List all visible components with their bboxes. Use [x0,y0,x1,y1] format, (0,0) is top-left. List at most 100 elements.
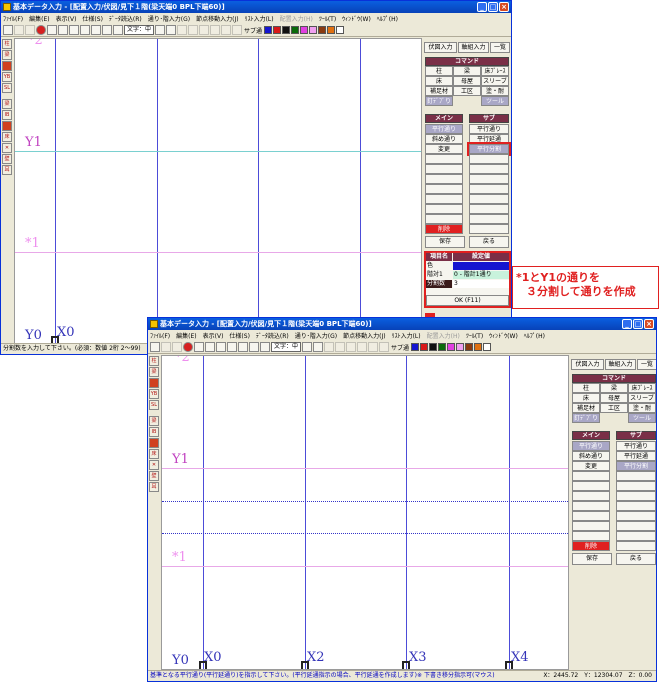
line-tool-1-icon[interactable] [324,342,335,352]
minimize-button[interactable]: _ [622,319,632,329]
command-floor-brace[interactable]: 床ﾌﾞﾚｰｽ [481,66,509,76]
print-icon[interactable] [260,342,270,352]
main-empty-2[interactable] [425,164,463,174]
elevation-icon[interactable] [313,342,324,352]
menu-window[interactable]: ｳｨﾝﾄﾞｳ(W) [489,331,518,340]
sub-empty-7[interactable] [469,214,509,224]
menu-data-load[interactable]: ﾃﾞｰﾀ読込(R) [256,331,289,340]
menu-list[interactable]: ﾘｽﾄ入力(L) [245,14,274,23]
pan-icon[interactable] [194,342,204,352]
command-sleeve[interactable]: スリーブ [628,393,656,403]
color-swatch-brown[interactable] [318,26,327,34]
undo-icon[interactable] [14,25,24,35]
column-tool-icon[interactable]: 柱 [2,39,12,49]
plan-icon[interactable] [302,342,313,352]
font-size-select[interactable]: 文字：中 [271,342,302,352]
command-floor-brace[interactable]: 床ﾌﾞﾚｰｽ [628,383,656,393]
tab-plan-input[interactable]: 伏図入力 [424,42,457,53]
drawing-canvas[interactable]: *2 Y1 *1 Y0 X0 [14,38,422,344]
command-floor[interactable]: 床 [425,76,453,86]
main-empty-7[interactable] [572,531,610,541]
back-button[interactable]: 戻る [469,236,509,248]
main-empty-5[interactable] [572,511,610,521]
redo-icon[interactable] [172,342,182,352]
menu-file[interactable]: ﾌｧｲﾙ(F) [150,331,170,340]
font-size-select[interactable]: 文字：中 [124,25,155,35]
color-swatch-brown[interactable] [465,343,474,351]
stop-icon[interactable] [183,342,193,352]
slab-tool-icon[interactable]: SL [149,400,159,410]
command-supplement[interactable]: 補足材 [425,86,453,96]
back-button[interactable]: 戻る [616,553,656,565]
sub-empty-1[interactable] [469,154,509,164]
menu-data-load[interactable]: ﾃﾞｰﾀ読込(R) [109,14,142,23]
print-icon[interactable] [113,25,123,35]
menu-tools[interactable]: ﾂｰﾙ(T) [319,14,336,23]
color-swatch-white[interactable] [336,26,345,34]
line-tool-2-icon[interactable] [335,342,346,352]
main-empty-1[interactable] [425,154,463,164]
sub-empty-8[interactable] [616,541,656,551]
main-diagonal-grid[interactable]: 斜め通り [572,451,610,461]
sub-parallel-divide[interactable]: 平行分割 [467,142,511,156]
settings-value-divisions[interactable]: 3 [453,280,509,288]
tab-list[interactable]: 一覧 [637,359,656,370]
command-floor[interactable]: 床 [572,393,600,403]
maximize-button[interactable]: □ [488,2,498,12]
menu-layout[interactable]: 配置入力(H) [280,14,313,23]
line-tool-5-icon[interactable] [221,25,232,35]
color-swatch-orange[interactable] [327,26,336,34]
color-swatch-black[interactable] [429,343,438,351]
tool-b-icon[interactable]: IB [149,427,159,437]
menu-help[interactable]: ﾍﾙﾌﾟ(H) [524,331,545,340]
tool-f-icon[interactable]: 耳 [149,482,159,492]
main-empty-3[interactable] [425,174,463,184]
plan-icon[interactable] [155,25,166,35]
tool-a-icon[interactable]: 梁 [2,99,12,109]
sub-empty-2[interactable] [616,481,656,491]
tool-d-icon[interactable]: 床 [2,132,12,142]
main-diagonal-grid[interactable]: 斜め通り [425,134,463,144]
sub-empty-5[interactable] [616,511,656,521]
tool-a-icon[interactable]: 梁 [149,416,159,426]
menu-edit[interactable]: 編集(E) [176,331,196,340]
pan-icon[interactable] [47,25,57,35]
command-nail[interactable]: 釘ﾃﾞﾌﾞり [572,413,600,423]
command-column[interactable]: 柱 [572,383,600,393]
color-swatch-magenta[interactable] [447,343,456,351]
menu-grid-floor[interactable]: 通り･階入力(G) [295,331,337,340]
menu-window[interactable]: ｳｨﾝﾄﾞｳ(W) [342,14,371,23]
slab-tool-icon[interactable]: SL [2,83,12,93]
line-tool-4-icon[interactable] [210,25,221,35]
sub-parallel-grid[interactable]: 平行通り [469,124,509,134]
main-empty-7[interactable] [425,214,463,224]
window-icon[interactable] [216,342,226,352]
menu-layout[interactable]: 配置入力(H) [427,331,460,340]
brace-tool-icon[interactable]: YB [2,72,12,82]
menu-node-move[interactable]: 節点移動入力(J) [343,331,385,340]
sub-empty-2[interactable] [469,164,509,174]
command-paint[interactable]: 塗・耐 [481,86,509,96]
sub-empty-4[interactable] [616,501,656,511]
main-empty-6[interactable] [572,521,610,531]
main-modify[interactable]: 変更 [572,461,610,471]
command-sleeve[interactable]: スリーブ [481,76,509,86]
command-beam[interactable]: 梁 [600,383,628,393]
command-zone[interactable]: 工区 [600,403,628,413]
redo-icon[interactable] [25,25,35,35]
tab-frame-input[interactable]: 軸組入力 [458,42,489,53]
save-icon[interactable] [3,25,13,35]
tab-plan-input[interactable]: 伏図入力 [571,359,604,370]
menu-grid-floor[interactable]: 通り･階入力(G) [148,14,190,23]
cross-tool-icon[interactable]: ✕ [149,460,159,470]
tool-e-icon[interactable]: 壁 [2,154,12,164]
main-empty-6[interactable] [425,204,463,214]
main-modify[interactable]: 変更 [425,144,463,154]
tool-d-icon[interactable]: 床 [149,449,159,459]
menu-view[interactable]: 表示(V) [56,14,77,23]
color-swatch-green[interactable] [291,26,300,34]
main-parallel-grid[interactable]: 平行通り [425,124,463,134]
color-swatch-black[interactable] [282,26,291,34]
line-tool-4-icon[interactable] [357,342,368,352]
sub-empty-7[interactable] [616,531,656,541]
